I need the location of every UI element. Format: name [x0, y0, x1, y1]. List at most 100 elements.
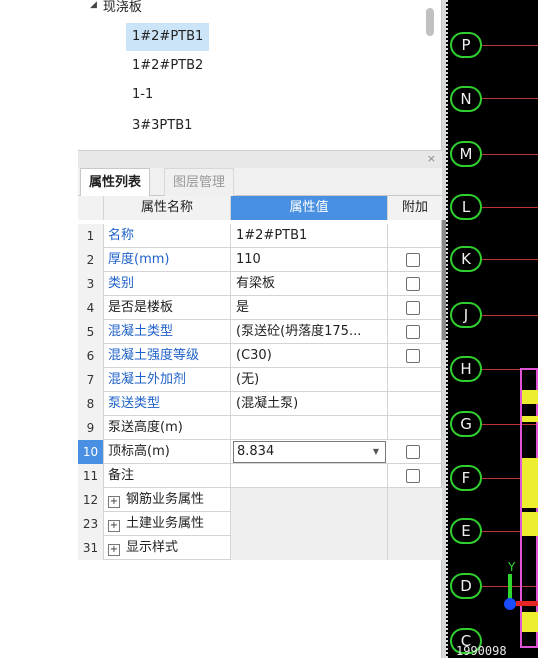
row-value[interactable]: (泵送砼(坍落度175...: [231, 320, 388, 344]
row-extra: [388, 368, 442, 392]
row-name: 泵送高度(m): [104, 416, 231, 440]
header-value: 属性值: [231, 196, 388, 220]
extra-checkbox[interactable]: [406, 253, 420, 267]
row-value[interactable]: 是: [231, 296, 388, 320]
axis-label-p[interactable]: P: [450, 32, 482, 58]
table-row[interactable]: 3 类别 有梁板: [78, 272, 442, 296]
table-row[interactable]: 8 泵送类型 (混凝土泵): [78, 392, 442, 416]
top-elevation-input[interactable]: 8.834 ▼: [233, 441, 386, 463]
table-row[interactable]: 11 备注: [78, 464, 442, 488]
row-extra: [388, 440, 442, 464]
group-label: 显示样式: [126, 540, 179, 555]
tree-item-1[interactable]: 1#2#PTB1: [126, 23, 210, 51]
extra-checkbox[interactable]: [406, 277, 420, 291]
expand-plus-icon[interactable]: +: [108, 496, 120, 508]
expand-plus-icon[interactable]: +: [108, 520, 120, 532]
axis-label-e[interactable]: E: [450, 518, 482, 544]
row-value[interactable]: (无): [231, 368, 388, 392]
row-name: 混凝土强度等级: [104, 344, 231, 368]
property-grid: 属性名称 属性值 附加 1 名称 1#2#PTB1 2 厚度(mm) 110 3…: [78, 196, 442, 658]
axis-label-n[interactable]: N: [450, 86, 482, 112]
table-row[interactable]: 31 + 显示样式: [78, 536, 442, 560]
table-row[interactable]: 6 混凝土强度等级 (C30): [78, 344, 442, 368]
table-row[interactable]: 2 厚度(mm) 110: [78, 248, 442, 272]
extra-checkbox[interactable]: [406, 445, 420, 459]
row-value[interactable]: 有梁板: [231, 272, 388, 296]
close-icon[interactable]: ×: [427, 152, 436, 165]
axis-label-g[interactable]: G: [450, 411, 482, 437]
header-index: [78, 196, 104, 220]
row-value[interactable]: (C30): [231, 344, 388, 368]
yellow-element: [522, 416, 538, 422]
table-row[interactable]: 12 + 钢筋业务属性: [78, 488, 442, 512]
tree-item-4[interactable]: 3#3PTB1: [126, 112, 198, 140]
left-margin: [0, 0, 78, 658]
row-extra: [388, 536, 442, 560]
row-extra: [388, 296, 442, 320]
property-tabs: 属性列表 图层管理: [78, 168, 442, 196]
row-extra: [388, 392, 442, 416]
row-name: 顶标高(m): [104, 440, 231, 464]
row-value[interactable]: [231, 416, 388, 440]
row-extra: [388, 248, 442, 272]
extra-checkbox[interactable]: [406, 469, 420, 483]
slab-outline[interactable]: [520, 368, 538, 648]
collapse-triangle-icon[interactable]: ◢: [90, 0, 97, 10]
table-row[interactable]: 9 泵送高度(m): [78, 416, 442, 440]
table-row-selected[interactable]: 10 顶标高(m) 8.834 ▼: [78, 440, 442, 464]
group-label: 土建业务属性: [126, 516, 205, 531]
table-row[interactable]: 23 + 土建业务属性: [78, 512, 442, 536]
header-extra: 附加: [388, 196, 442, 220]
table-row[interactable]: 7 混凝土外加剂 (无): [78, 368, 442, 392]
axis-label-k[interactable]: K: [450, 246, 482, 272]
axis-label-f[interactable]: F: [450, 465, 482, 491]
row-extra: [388, 344, 442, 368]
axis-line-n: [482, 98, 538, 99]
row-extra: [388, 416, 442, 440]
ucs-y-axis: [508, 574, 512, 600]
axis-label-l[interactable]: L: [450, 194, 482, 220]
table-row[interactable]: 4 是否是楼板 是: [78, 296, 442, 320]
axis-label-j[interactable]: J: [450, 302, 482, 328]
tree-item-3[interactable]: 1-1: [126, 81, 159, 109]
row-value[interactable]: 110: [231, 248, 388, 272]
axis-line-m: [482, 154, 538, 155]
row-index: 23: [78, 512, 104, 536]
axis-label-m[interactable]: M: [450, 141, 482, 167]
row-name: 名称: [104, 224, 231, 248]
row-name[interactable]: + 土建业务属性: [104, 512, 231, 536]
extra-checkbox[interactable]: [406, 349, 420, 363]
table-row[interactable]: 1 名称 1#2#PTB1: [78, 224, 442, 248]
tree-scrollbar[interactable]: [426, 8, 434, 36]
axis-label-d[interactable]: D: [450, 573, 482, 599]
extra-checkbox[interactable]: [406, 325, 420, 339]
table-row[interactable]: 5 混凝土类型 (泵送砼(坍落度175...: [78, 320, 442, 344]
dropdown-arrow-icon[interactable]: ▼: [373, 442, 379, 462]
coordinate-text: 1990098: [456, 644, 507, 658]
row-value[interactable]: [231, 464, 388, 488]
yellow-element: [522, 458, 538, 508]
group-label: 钢筋业务属性: [126, 492, 205, 507]
row-name: 泵送类型: [104, 392, 231, 416]
row-name: 混凝土外加剂: [104, 368, 231, 392]
panel-splitter[interactable]: ×: [78, 150, 442, 168]
axis-line-l: [482, 207, 538, 208]
tree-item-2[interactable]: 1#2#PTB2: [126, 52, 209, 80]
extra-checkbox[interactable]: [406, 301, 420, 315]
expand-plus-icon[interactable]: +: [108, 544, 120, 556]
ucs-x-axis: [516, 601, 538, 606]
tab-property-list[interactable]: 属性列表: [80, 168, 151, 196]
row-name: 类别: [104, 272, 231, 296]
row-name[interactable]: + 显示样式: [104, 536, 231, 560]
ucs-origin-icon: [504, 598, 516, 610]
axis-label-h[interactable]: H: [450, 356, 482, 382]
yellow-element: [522, 512, 538, 536]
row-index: 1: [78, 224, 104, 248]
tree-group-slab[interactable]: ◢ 现浇板: [90, 0, 142, 15]
row-value[interactable]: (混凝土泵): [231, 392, 388, 416]
tab-layer-manager[interactable]: 图层管理: [164, 168, 235, 196]
row-name[interactable]: + 钢筋业务属性: [104, 488, 231, 512]
row-value[interactable]: 1#2#PTB1: [231, 224, 388, 248]
row-name: 厚度(mm): [104, 248, 231, 272]
row-extra: [388, 272, 442, 296]
